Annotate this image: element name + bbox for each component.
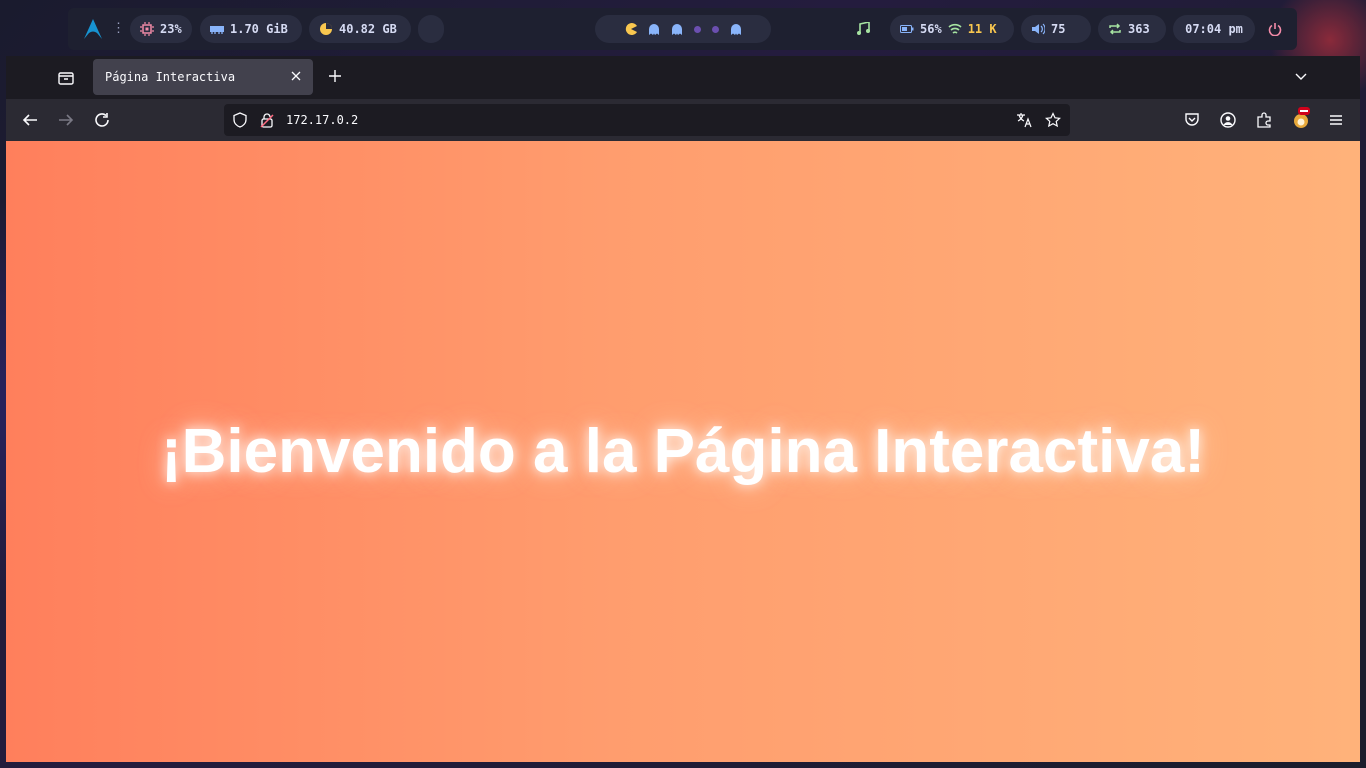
volume-level: 75 xyxy=(1051,22,1066,36)
page-content: ¡Bienvenido a la Página Interactiva! xyxy=(6,141,1360,762)
ghost-icon[interactable] xyxy=(671,23,683,35)
browser-window: Página Interactiva 172.17.0.2 ¡Bienvenid… xyxy=(6,56,1360,762)
url-text[interactable]: 172.17.0.2 xyxy=(286,113,358,127)
updates-count: 363 xyxy=(1128,22,1150,36)
reload-icon[interactable] xyxy=(93,111,111,129)
cpu-widget[interactable]: 23% xyxy=(130,15,192,43)
cpu-icon xyxy=(140,22,154,36)
navigation-toolbar: 172.17.0.2 xyxy=(6,99,1360,141)
bookmark-star-icon[interactable] xyxy=(1045,112,1061,128)
extensions-icon[interactable] xyxy=(1255,111,1273,129)
forward-icon[interactable] xyxy=(57,111,75,129)
status-bar: ⋮ 23% 1.70 GiB 40.82 GB 56% 11 K 75 363 … xyxy=(68,8,1297,50)
foxyproxy-extension-icon[interactable] xyxy=(1291,107,1311,129)
close-icon[interactable] xyxy=(289,69,303,83)
clock-time: 07:04 pm xyxy=(1185,22,1243,36)
disk-widget[interactable]: 40.82 GB xyxy=(309,15,411,43)
ghost-icon[interactable] xyxy=(730,23,742,35)
cpu-usage: 23% xyxy=(160,22,182,36)
pocket-icon[interactable] xyxy=(1183,111,1201,129)
updates-widget[interactable]: 363 xyxy=(1098,15,1166,43)
battery-network-widget[interactable]: 56% 11 K xyxy=(890,15,1014,43)
memory-widget[interactable]: 1.70 GiB xyxy=(200,15,302,43)
tab-title: Página Interactiva xyxy=(105,70,236,84)
disk-usage: 40.82 GB xyxy=(339,22,397,36)
battery-level: 56% xyxy=(920,22,942,36)
battery-icon xyxy=(900,25,914,33)
workspace-dot[interactable] xyxy=(711,25,719,33)
shield-icon[interactable] xyxy=(232,112,248,128)
menu-dots-icon[interactable]: ⋮ xyxy=(112,21,125,36)
tab-active[interactable]: Página Interactiva xyxy=(93,59,313,95)
disk-pie-icon xyxy=(320,23,332,35)
network-speed: 11 K xyxy=(967,22,997,36)
volume-icon xyxy=(1032,23,1045,35)
back-icon[interactable] xyxy=(21,111,39,129)
volume-widget[interactable]: 75 xyxy=(1021,15,1091,43)
power-icon[interactable] xyxy=(1268,22,1282,36)
workspace-dot[interactable] xyxy=(693,25,701,33)
workspaces-widget[interactable] xyxy=(595,15,771,43)
welcome-heading: ¡Bienvenido a la Página Interactiva! xyxy=(161,417,1205,486)
new-tab-icon[interactable] xyxy=(327,68,343,84)
chevron-down-icon[interactable] xyxy=(1294,70,1308,84)
account-icon[interactable] xyxy=(1219,111,1237,129)
arch-logo-icon[interactable] xyxy=(84,19,102,39)
music-icon[interactable] xyxy=(856,22,870,36)
firefox-view-icon[interactable] xyxy=(56,68,76,88)
memory-icon xyxy=(210,26,224,34)
memory-usage: 1.70 GiB xyxy=(230,22,288,36)
menu-hamburger-icon[interactable] xyxy=(1327,111,1345,129)
updates-icon xyxy=(1109,23,1121,35)
wifi-icon xyxy=(948,23,962,34)
empty-widget xyxy=(418,15,444,43)
clock-widget[interactable]: 07:04 pm xyxy=(1173,15,1255,43)
insecure-lock-icon[interactable] xyxy=(259,112,275,128)
ghost-icon[interactable] xyxy=(648,23,660,35)
tab-strip: Página Interactiva xyxy=(6,56,1360,99)
pacman-icon[interactable] xyxy=(625,23,637,35)
translate-icon[interactable] xyxy=(1016,112,1032,128)
url-bar[interactable]: 172.17.0.2 xyxy=(224,104,1070,136)
